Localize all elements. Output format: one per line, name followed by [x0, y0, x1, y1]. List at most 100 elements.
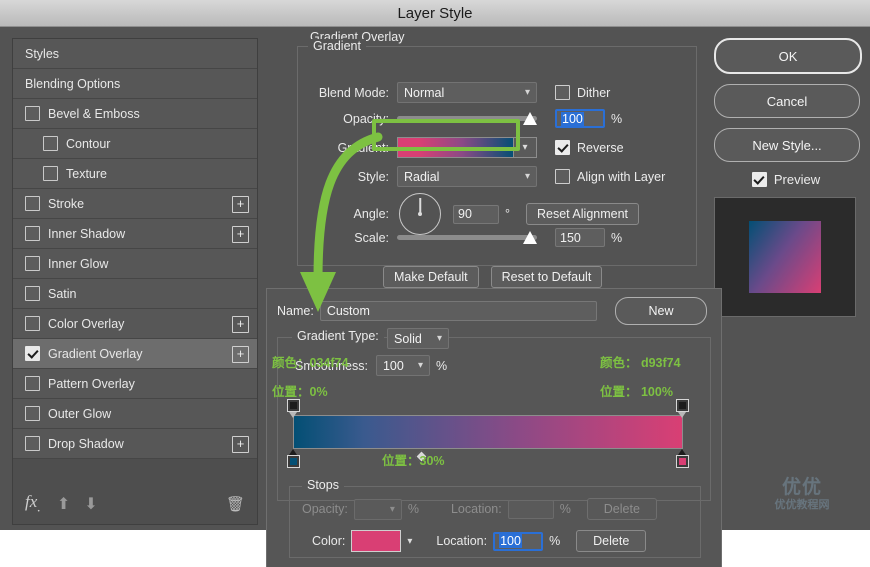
color-stop-right[interactable]: [676, 455, 689, 468]
sidebar-item-gradient-overlay[interactable]: Gradient Overlay+: [13, 339, 257, 369]
sidebar-item-styles[interactable]: Styles: [13, 39, 257, 69]
opacity-stop-left[interactable]: [287, 399, 300, 412]
sidebar-item-texture[interactable]: Texture: [13, 159, 257, 189]
preview-checkbox[interactable]: [752, 172, 767, 187]
opacity-stop-right[interactable]: [676, 399, 689, 412]
checkbox[interactable]: [25, 256, 40, 271]
sidebar-item-inner-glow[interactable]: Inner Glow: [13, 249, 257, 279]
gradient-name-input[interactable]: Custom: [320, 301, 597, 321]
annotation-right-position: 位置： 100%: [600, 381, 673, 400]
align-with-layer-label: Align with Layer: [577, 170, 665, 184]
reset-to-default-button[interactable]: Reset to Default: [491, 266, 603, 288]
checkbox[interactable]: [25, 286, 40, 301]
chevron-down-icon: ▾: [390, 504, 395, 515]
sidebar-item-label: Satin: [48, 287, 77, 301]
checkbox[interactable]: [25, 436, 40, 451]
add-effect-icon[interactable]: +: [232, 196, 249, 213]
checkbox[interactable]: [25, 376, 40, 391]
scale-unit: %: [611, 231, 622, 245]
gradient-editor-panel: Name: Custom New Gradient Type: Solid ▾ …: [266, 288, 722, 567]
cancel-button[interactable]: Cancel: [714, 84, 860, 118]
blend-mode-select[interactable]: Normal ▾: [397, 82, 537, 103]
sidebar-item-bevel-emboss[interactable]: Bevel & Emboss: [13, 99, 257, 129]
align-with-layer-checkbox[interactable]: [555, 169, 570, 184]
opacity-unit: %: [611, 112, 622, 126]
add-effect-icon[interactable]: +: [232, 226, 249, 243]
trash-icon[interactable]: 🗑: [226, 495, 245, 513]
checkbox[interactable]: [25, 226, 40, 241]
gradient-type-group-label: Gradient Type:: [292, 329, 384, 343]
dither-checkbox-row[interactable]: Dither: [555, 85, 610, 100]
stop-opacity-unit: %: [408, 502, 419, 516]
fx-icon[interactable]: fx.: [25, 492, 41, 516]
align-with-layer-row[interactable]: Align with Layer: [555, 169, 665, 184]
gradient-name-label: Name:: [277, 304, 314, 318]
sidebar-item-contour[interactable]: Contour: [13, 129, 257, 159]
checkbox[interactable]: [25, 316, 40, 331]
sidebar-item-drop-shadow[interactable]: Drop Shadow+: [13, 429, 257, 459]
checkbox[interactable]: [43, 136, 58, 151]
gradient-editor-bar[interactable]: [293, 415, 683, 449]
gradient-type-select[interactable]: Solid ▾: [387, 328, 449, 349]
sidebar-item-blending-options[interactable]: Blending Options: [13, 69, 257, 99]
sidebar-item-label: Bevel & Emboss: [48, 107, 140, 121]
preview-thumbnail: [714, 197, 856, 317]
stop-color-delete-button[interactable]: Delete: [576, 530, 646, 552]
sidebar-item-color-overlay[interactable]: Color Overlay+: [13, 309, 257, 339]
ok-button[interactable]: OK: [714, 38, 862, 74]
preview-checkbox-row[interactable]: Preview: [714, 172, 858, 187]
opacity-slider-knob[interactable]: [523, 112, 537, 125]
new-gradient-button[interactable]: New: [615, 297, 707, 325]
checkbox[interactable]: [25, 106, 40, 121]
angle-unit: °: [505, 207, 510, 221]
checkbox[interactable]: [25, 196, 40, 211]
sidebar-item-outer-glow[interactable]: Outer Glow: [13, 399, 257, 429]
checkbox[interactable]: [25, 346, 40, 361]
move-down-icon[interactable]: ⬇: [84, 494, 97, 514]
stop-color-swatch[interactable]: [351, 530, 401, 552]
style-select[interactable]: Radial ▾: [397, 166, 537, 187]
annotation-right-color: 颜色： d93f74: [600, 352, 681, 371]
dither-checkbox[interactable]: [555, 85, 570, 100]
chevron-down-icon[interactable]: ▾: [407, 536, 412, 547]
sidebar-item-satin[interactable]: Satin: [13, 279, 257, 309]
stop-color-location-unit: %: [549, 534, 560, 548]
smoothness-select[interactable]: 100 ▾: [376, 355, 430, 376]
move-up-icon[interactable]: ⬆: [57, 494, 70, 514]
opacity-input[interactable]: 100: [555, 109, 605, 128]
angle-input[interactable]: 90: [453, 205, 499, 224]
sidebar-item-pattern-overlay[interactable]: Pattern Overlay: [13, 369, 257, 399]
sidebar-item-label: Stroke: [48, 197, 84, 211]
sidebar-item-label: Pattern Overlay: [48, 377, 135, 391]
angle-value: 90: [458, 207, 472, 221]
stop-opacity-location-unit: %: [560, 502, 571, 516]
scale-input[interactable]: 150: [555, 228, 605, 247]
reset-alignment-button[interactable]: Reset Alignment: [526, 203, 639, 225]
scale-slider-knob[interactable]: [523, 231, 537, 244]
angle-center-dot: [418, 212, 422, 216]
stop-color-location-input[interactable]: 100: [493, 532, 543, 551]
checkbox[interactable]: [43, 166, 58, 181]
sidebar-item-label: Inner Glow: [48, 257, 108, 271]
add-effect-icon[interactable]: +: [232, 346, 249, 363]
add-effect-icon[interactable]: +: [232, 316, 249, 333]
dialog-action-buttons: OK Cancel New Style... Preview: [714, 38, 858, 317]
annotation-left-position: 位置：0%: [272, 381, 328, 400]
scale-slider[interactable]: [397, 235, 537, 240]
new-style-button[interactable]: New Style...: [714, 128, 860, 162]
stop-opacity-row: Opacity: ▾ % Location: % Delete: [302, 498, 657, 520]
reverse-checkbox[interactable]: [555, 140, 570, 155]
sidebar-item-label: Texture: [66, 167, 107, 181]
chevron-down-icon: ▾: [418, 360, 423, 371]
make-default-button[interactable]: Make Default: [383, 266, 479, 288]
sidebar-item-label: Styles: [25, 47, 59, 61]
chevron-down-icon: ▾: [525, 171, 530, 182]
color-stop-left[interactable]: [287, 455, 300, 468]
sidebar-item-stroke[interactable]: Stroke +: [13, 189, 257, 219]
sidebar-item-inner-shadow[interactable]: Inner Shadow+: [13, 219, 257, 249]
add-effect-icon[interactable]: +: [232, 436, 249, 453]
default-buttons-row: Make Default Reset to Default: [383, 266, 602, 288]
chevron-down-icon: ▾: [525, 87, 530, 98]
reverse-checkbox-row[interactable]: Reverse: [555, 140, 624, 155]
checkbox[interactable]: [25, 406, 40, 421]
